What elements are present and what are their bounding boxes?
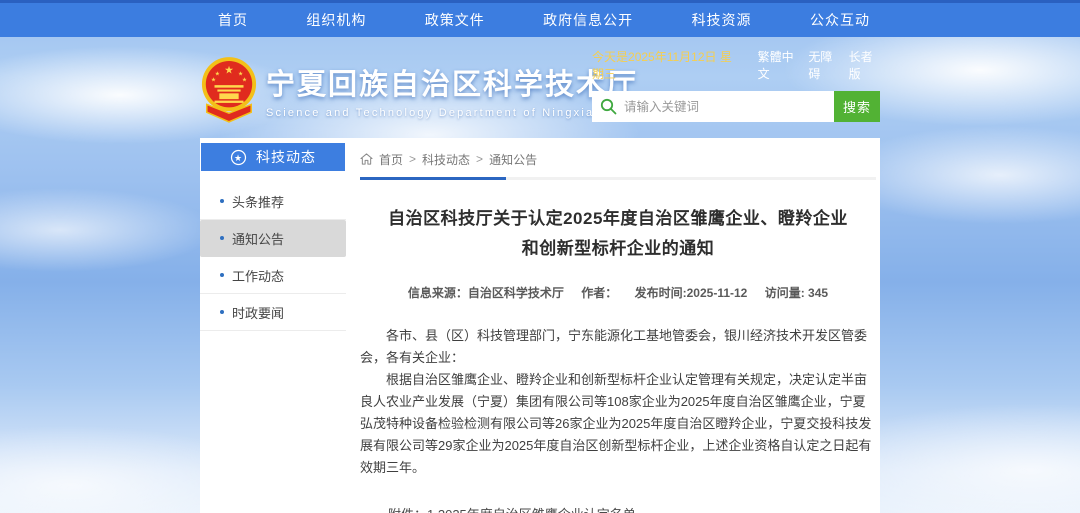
star-circle-icon: ★ — [230, 149, 247, 166]
breadcrumb-divider-accent — [360, 177, 506, 180]
article-title-line1: 自治区科技厅关于认定2025年度自治区雏鹰企业、瞪羚企业 — [388, 209, 848, 228]
search-button[interactable]: 搜索 — [834, 91, 880, 122]
bullet-dot-icon — [220, 273, 224, 277]
sidebar-item-label: 时政要闻 — [232, 303, 284, 322]
svg-text:★: ★ — [234, 153, 243, 163]
breadcrumb: 首页 > 科技动态 > 通知公告 — [360, 148, 876, 170]
site-header: ★ ★ ★ ★ ★ 宁夏回族自治区科学技术厅 Science and Techn… — [200, 37, 882, 138]
article-meta: 信息来源：自治区科学技术厅 作者： 发布时间:2025-11-12 访问量: 3… — [360, 284, 876, 301]
site-titles: 宁夏回族自治区科学技术厅 Science and Technology Depa… — [266, 55, 638, 119]
meta-source: 信息来源：自治区科学技术厅 — [408, 286, 564, 300]
search-input[interactable] — [592, 91, 834, 122]
nav-item-gov-info-disclosure[interactable]: 政府信息公开 — [543, 10, 633, 30]
article-title: 自治区科技厅关于认定2025年度自治区雏鹰企业、瞪羚企业 和创新型标杆企业的通知 — [360, 204, 876, 264]
sidebar-item-label: 工作动态 — [232, 266, 284, 285]
sidebar-item-political-news[interactable]: 时政要闻 — [200, 294, 346, 331]
sidebar-item-label: 通知公告 — [232, 229, 284, 248]
sidebar: ★ 科技动态 头条推荐 通知公告 工作动态 时政要闻 — [200, 138, 346, 513]
header-right: 今天是2025年11月12日 星期三 繁體中文 无障碍 长者版 搜索 — [592, 48, 880, 122]
article-area: 首页 > 科技动态 > 通知公告 自治区科技厅关于认定2025年度自治区雏鹰企业… — [346, 138, 880, 513]
search-icon — [600, 98, 617, 115]
breadcrumb-current-notices: 通知公告 — [489, 151, 537, 168]
breadcrumb-tech-news[interactable]: 科技动态 — [422, 151, 470, 168]
meta-publish-time: 发布时间:2025-11-12 — [635, 286, 748, 300]
sidebar-title: 科技动态 — [256, 147, 316, 167]
national-emblem-logo: ★ ★ ★ ★ ★ — [200, 55, 258, 123]
attachments-list: 1.2025年度自治区雏鹰企业认定名单 2.2025年度自治区瞪羚企业认定名单 … — [427, 503, 675, 513]
link-accessibility[interactable]: 无障碍 — [808, 48, 839, 82]
breadcrumb-separator: > — [409, 152, 416, 166]
meta-author: 作者： — [581, 286, 617, 300]
bullet-dot-icon — [220, 310, 224, 314]
top-nav: 首页 组织机构 政策文件 政府信息公开 科技资源 公众互动 — [0, 0, 1080, 37]
article-body: 各市、县（区）科技管理部门，宁东能源化工基地管委会，银川经济技术开发区管委会，各… — [360, 325, 876, 479]
article-paragraph: 根据自治区雏鹰企业、瞪羚企业和创新型标杆企业认定管理有关规定，决定认定半亩良人农… — [360, 369, 876, 479]
svg-text:★: ★ — [211, 76, 216, 83]
article-paragraph: 各市、县（区）科技管理部门，宁东能源化工基地管委会，银川经济技术开发区管委会，各… — [360, 325, 876, 369]
bullet-dot-icon — [220, 199, 224, 203]
sidebar-header: ★ 科技动态 — [201, 143, 345, 171]
header-top-links: 今天是2025年11月12日 星期三 繁體中文 无障碍 长者版 — [592, 48, 880, 82]
sidebar-item-notices[interactable]: 通知公告 — [200, 220, 346, 257]
sidebar-menu: 头条推荐 通知公告 工作动态 时政要闻 — [200, 183, 346, 331]
svg-text:★: ★ — [224, 65, 234, 77]
attachments-label: 附件： — [388, 503, 427, 513]
bullet-dot-icon — [220, 236, 224, 240]
content-panel: ★ 科技动态 头条推荐 通知公告 工作动态 时政要闻 — [200, 138, 880, 513]
breadcrumb-home[interactable]: 首页 — [379, 151, 403, 168]
nav-item-tech-resources[interactable]: 科技资源 — [692, 10, 752, 30]
link-elder-version[interactable]: 长者版 — [849, 48, 880, 82]
article-title-line2: 和创新型标杆企业的通知 — [522, 239, 715, 258]
today-date: 今天是2025年11月12日 星期三 — [592, 48, 735, 82]
attachment-link-eagle-list[interactable]: 1.2025年度自治区雏鹰企业认定名单 — [427, 503, 675, 513]
search-bar: 搜索 — [592, 91, 880, 122]
meta-visit-count: 访问量: 345 — [765, 286, 828, 300]
attachments: 附件： 1.2025年度自治区雏鹰企业认定名单 2.2025年度自治区瞪羚企业认… — [388, 503, 876, 513]
nav-item-public-interaction[interactable]: 公众互动 — [810, 10, 870, 30]
sidebar-item-label: 头条推荐 — [232, 192, 284, 211]
nav-item-organization[interactable]: 组织机构 — [306, 10, 366, 30]
svg-text:★: ★ — [242, 76, 247, 83]
site-brand: ★ ★ ★ ★ ★ 宁夏回族自治区科学技术厅 Science and Techn… — [200, 55, 638, 123]
nav-item-policy-documents[interactable]: 政策文件 — [425, 10, 485, 30]
breadcrumb-divider — [360, 177, 876, 180]
nav-item-home[interactable]: 首页 — [218, 10, 248, 30]
breadcrumb-separator: > — [476, 152, 483, 166]
sidebar-item-work-updates[interactable]: 工作动态 — [200, 257, 346, 294]
home-icon — [360, 153, 373, 166]
link-traditional-chinese[interactable]: 繁體中文 — [758, 48, 800, 82]
sidebar-item-headline-picks[interactable]: 头条推荐 — [200, 183, 346, 220]
site-title: 宁夏回族自治区科学技术厅 — [266, 61, 638, 103]
site-subtitle: Science and Technology Department of Nin… — [266, 107, 638, 119]
